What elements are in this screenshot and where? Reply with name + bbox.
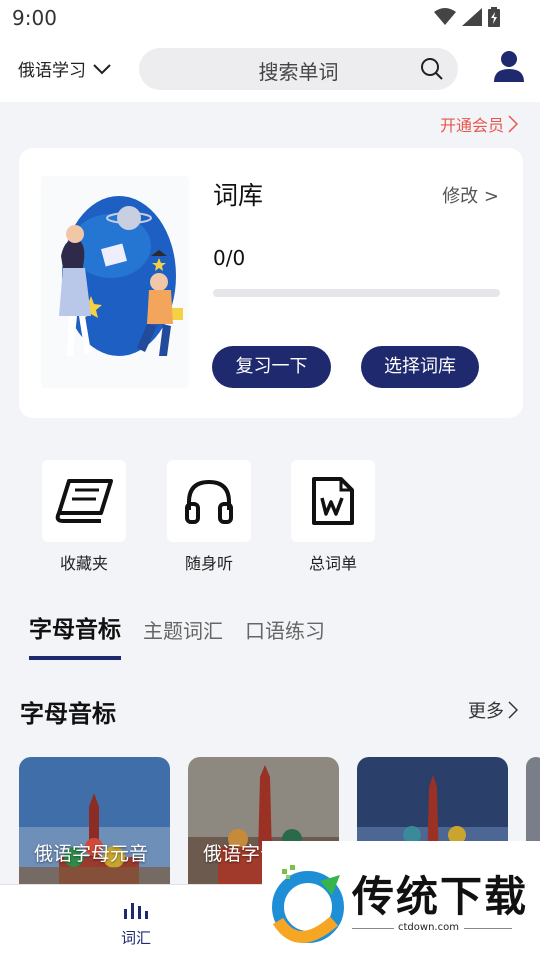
more-link[interactable]: 更多 xyxy=(468,697,518,723)
wordbank-title: 词库 xyxy=(213,181,264,210)
more-link-label: 更多 xyxy=(468,701,504,722)
tool-wordlist[interactable]: 总词单 xyxy=(291,460,375,574)
status-bar: 9:00 xyxy=(0,0,540,36)
tool-listen-box xyxy=(167,460,251,542)
watermark-rule xyxy=(352,928,394,929)
review-button[interactable]: 复习一下 xyxy=(212,346,331,388)
watermark-rule xyxy=(464,928,512,929)
tool-favorites[interactable]: 收藏夹 xyxy=(42,460,126,574)
search-icon[interactable] xyxy=(420,57,444,81)
tab-speaking-practice[interactable]: 口语练习 xyxy=(245,615,325,654)
wordbank-cover-illustration xyxy=(41,176,189,388)
language-selector-label: 俄语学习 xyxy=(18,61,86,81)
lesson-card-label: 俄语字母元音 xyxy=(34,843,149,865)
progress-count: 0/0 xyxy=(213,246,246,270)
word-document-icon xyxy=(312,477,354,525)
wifi-icon xyxy=(434,8,456,25)
tool-favorites-box xyxy=(42,460,126,542)
top-bar: 俄语学习 搜索单词 xyxy=(0,36,540,102)
wordbank-card: 词库 修改 > 0/0 复习一下 选择词库 xyxy=(19,148,523,418)
watermark-site: ctdown.com xyxy=(398,922,459,933)
vip-link[interactable]: 开通会员 xyxy=(440,112,518,136)
chevron-right-icon xyxy=(508,701,518,719)
tab-alphabet[interactable]: 字母音标 xyxy=(29,610,121,660)
vip-link-label: 开通会员 xyxy=(439,116,504,135)
tool-wordlist-box xyxy=(291,460,375,542)
nav-item-vocabulary[interactable]: 词汇 xyxy=(104,901,168,948)
watermark-logo xyxy=(272,865,344,943)
watermark-text: 传统下载 xyxy=(352,872,529,921)
choose-wordbank-button[interactable]: 选择词库 xyxy=(361,346,479,388)
user-icon[interactable] xyxy=(494,50,524,82)
nav-item-label: 词汇 xyxy=(120,929,151,947)
headphones-icon xyxy=(185,479,233,524)
status-icons xyxy=(434,7,500,27)
search-input[interactable]: 搜索单词 xyxy=(139,48,458,90)
watermark: 传统下载 ctdown.com xyxy=(262,841,540,960)
cell-signal-icon xyxy=(462,8,482,26)
chevron-down-icon xyxy=(93,63,111,74)
battery-charging-icon xyxy=(488,7,500,27)
search-placeholder: 搜索单词 xyxy=(258,60,339,84)
tool-wordlist-label: 总词单 xyxy=(308,554,357,573)
progress-bar xyxy=(213,289,500,297)
status-time: 9:00 xyxy=(12,6,57,30)
category-tabs: 字母音标 主题词汇 口语练习 xyxy=(29,610,325,660)
bar-chart-icon xyxy=(124,903,148,919)
kremlin-photo xyxy=(19,757,170,897)
tool-listen[interactable]: 随身听 xyxy=(167,460,251,574)
chevron-right-icon xyxy=(508,115,518,133)
section-title: 字母音标 xyxy=(20,700,116,728)
language-selector[interactable]: 俄语学习 xyxy=(18,56,112,81)
tool-listen-label: 随身听 xyxy=(184,554,233,573)
tool-favorites-label: 收藏夹 xyxy=(59,554,108,573)
lesson-card[interactable]: 俄语字母元音 xyxy=(19,757,170,897)
tab-topic-vocabulary[interactable]: 主题词汇 xyxy=(143,615,223,654)
book-icon xyxy=(55,479,113,523)
edit-wordbank-link[interactable]: 修改 > xyxy=(442,182,499,208)
